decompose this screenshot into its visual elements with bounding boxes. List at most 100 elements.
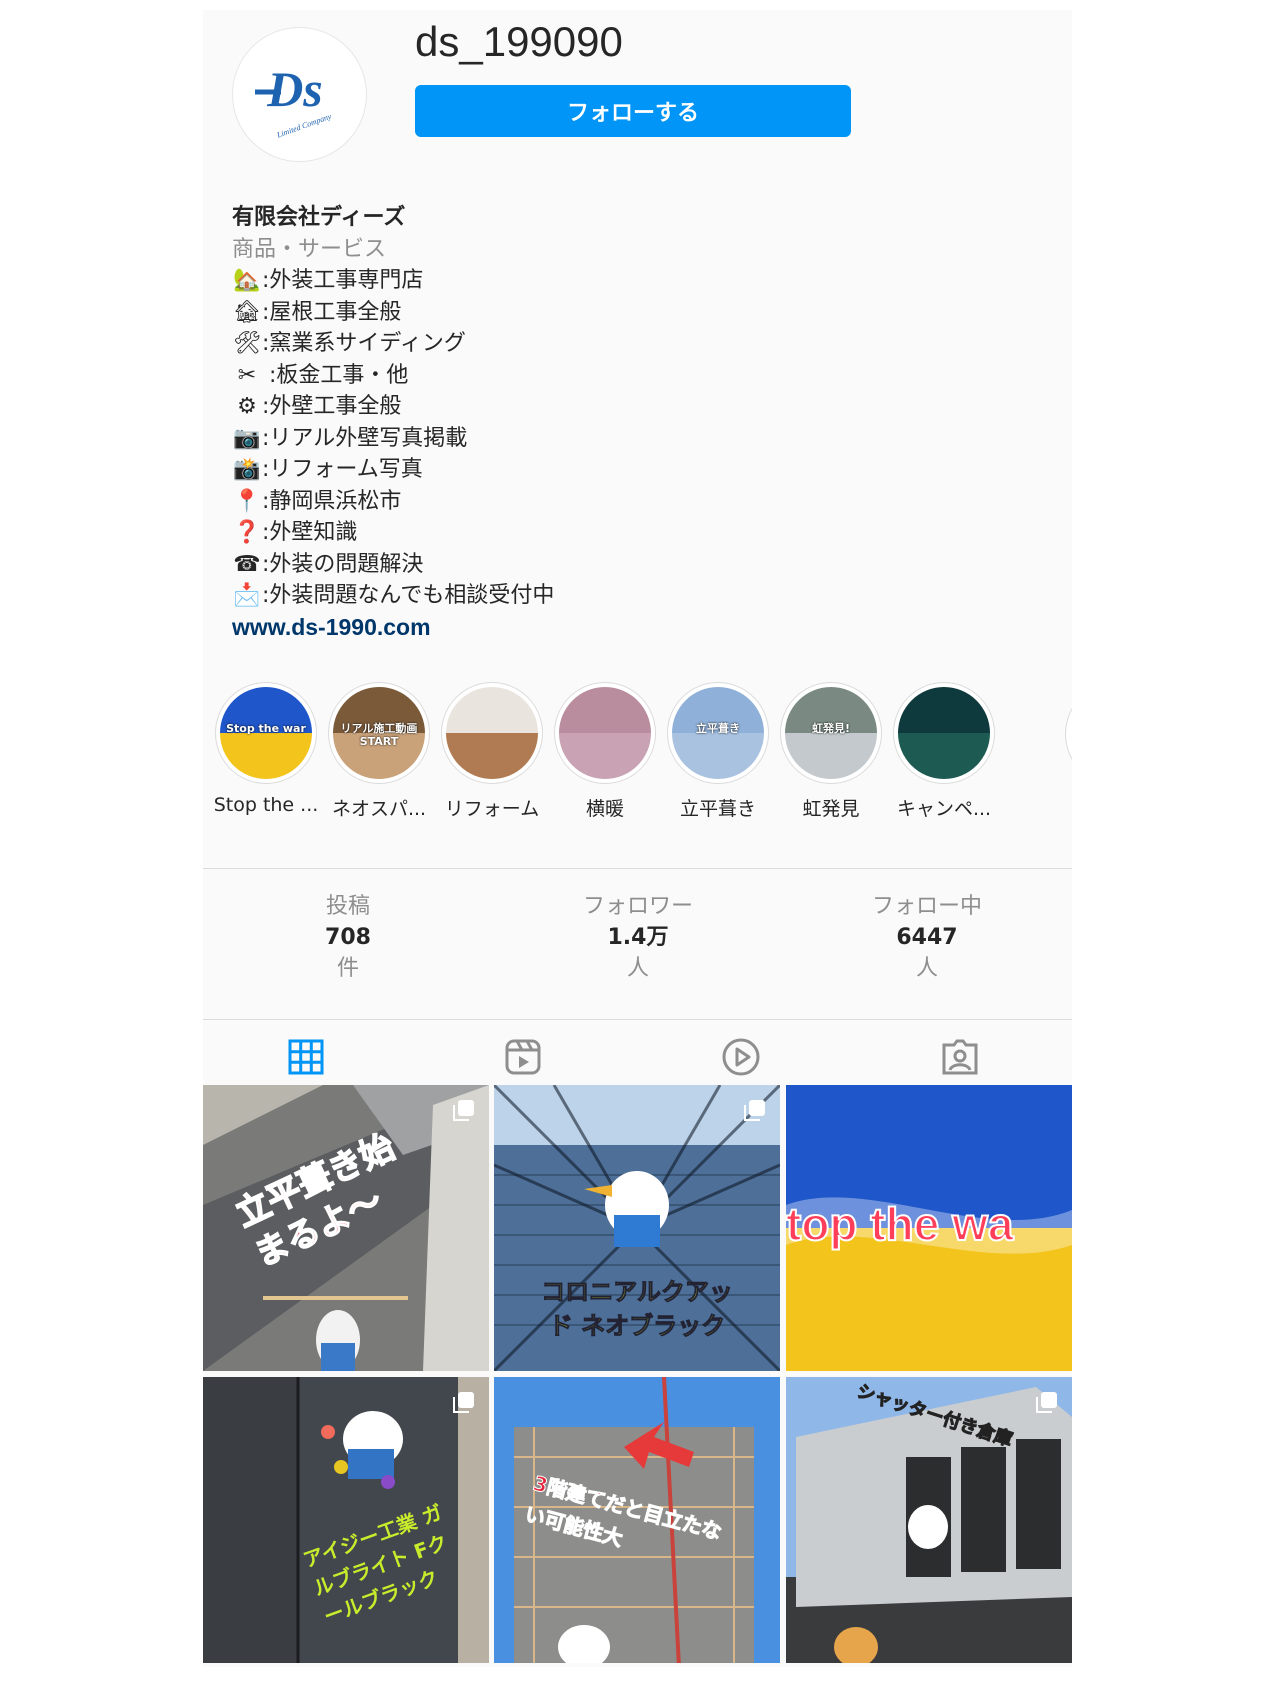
- stat-value: 708: [325, 925, 371, 950]
- bio-emoji-icon: 🏚: [233, 299, 261, 325]
- highlight-label: ネオスパ...: [331, 798, 427, 820]
- highlight-label: キャンペ...: [896, 798, 992, 820]
- following-count[interactable]: フォロー中 6447 人: [782, 891, 1072, 984]
- tagged-icon[interactable]: [940, 1037, 980, 1077]
- bio-emoji-icon: 📸: [233, 457, 261, 482]
- highlight-label: 横暖: [585, 798, 624, 820]
- highlight-label: 虹発見: [802, 798, 860, 820]
- highlight-cover-text: リアル施工動画 START: [340, 721, 418, 748]
- post-caption-overlay: top the wa: [786, 1197, 1014, 1251]
- multiple-photos-icon: [744, 1100, 765, 1121]
- stat-unit: 人: [915, 956, 938, 981]
- bio-emoji-icon: ❓: [233, 520, 261, 545]
- story-highlight[interactable]: 立平葺き 立平葺き: [659, 682, 777, 821]
- stat-value: 1.4万: [607, 925, 669, 950]
- bio-line: ✂ :板金工事・他: [232, 360, 1032, 392]
- highlight-cover-text: 立平葺き: [696, 721, 740, 735]
- highlight-cover: リアル施工動画 START: [328, 682, 430, 784]
- bio-line: 📍:静岡県浜松市: [232, 486, 1032, 518]
- website-link[interactable]: www.ds-1990.com: [232, 612, 1032, 644]
- follow-button[interactable]: フォローする: [415, 85, 851, 137]
- bio-emoji-icon: 📩: [233, 583, 261, 608]
- highlight-label: 立平葺き: [679, 798, 756, 820]
- bio-line-text: :外装の問題解決: [262, 551, 424, 577]
- stat-value: 6447: [896, 925, 958, 950]
- story-highlight[interactable]: リアル施工動画 START ネオスパ...: [320, 682, 438, 821]
- bio-line-text: :窯業系サイディング: [262, 331, 466, 356]
- story-highlights: Stop the war Stop the ... リアル施工動画 START ネオス…: [203, 682, 1072, 842]
- highlight-cover: [893, 682, 995, 784]
- bio-line-text: :リアル外壁写真掲載: [262, 425, 468, 451]
- bio-emoji-icon: 🏡: [233, 268, 261, 293]
- multiple-photos-icon: [453, 1100, 474, 1121]
- profile-avatar[interactable]: Ds Limited Company: [232, 27, 367, 162]
- bio-line: 📷:リアル外壁写真掲載: [232, 423, 1032, 455]
- highlight-cover: 立平葺き: [667, 682, 769, 784]
- bio: 有限会社ディーズ 商品・サービス 🏡:外装工事専門店 🏚:屋根工事全般 🛠:窯業系サ…: [232, 202, 1032, 643]
- post-thumbnail[interactable]: アイジー工業 ガルブライト Fクールブラック: [203, 1377, 489, 1663]
- stat-label: フォロワー: [582, 894, 693, 919]
- story-highlight[interactable]: リフォーム: [433, 682, 551, 821]
- post-thumbnail[interactable]: シャッター付き倉庫: [786, 1377, 1072, 1663]
- posts-grid-icon[interactable]: [286, 1037, 326, 1077]
- bio-emoji-icon: ✂: [237, 362, 257, 388]
- stat-unit: 件: [336, 956, 359, 981]
- story-highlight[interactable]: 横暖: [546, 682, 664, 821]
- bio-line-text: :外装問題なんでも相談受付中: [262, 583, 555, 608]
- highlight-cover: 虹発見!: [780, 682, 882, 784]
- bio-line-text: :屋根工事全般: [262, 299, 402, 325]
- bio-line: ⚙:外壁工事全般: [232, 391, 1032, 423]
- reels-icon[interactable]: [503, 1037, 543, 1077]
- bio-emoji-icon: ⚙: [237, 394, 257, 419]
- stat-label: フォロー中: [871, 894, 982, 919]
- ds-logo-icon: Ds Limited Company: [233, 28, 365, 160]
- followers-count[interactable]: フォロワー 1.4万人: [493, 891, 783, 984]
- profile-page: Ds Limited Company ds_199090 フォローする 有限会社…: [203, 10, 1072, 1667]
- highlight-cover-text: 虹発見!: [811, 721, 851, 735]
- bio-line: 📩:外装問題なんでも相談受付中: [232, 580, 1032, 612]
- stat-unit: 人: [626, 956, 649, 981]
- video-icon[interactable]: [721, 1037, 761, 1077]
- stat-label: 投稿: [325, 894, 370, 919]
- highlight-cover: [554, 682, 656, 784]
- multiple-photos-icon: [1036, 1392, 1057, 1413]
- highlight-cover-text: Stop the war: [226, 721, 306, 735]
- bio-line: ❓:外壁知識: [232, 517, 1032, 549]
- bio-emoji-icon: 🛠: [233, 331, 261, 356]
- bio-line-text: :外壁知識: [262, 520, 358, 545]
- posts-grid: 立平葺き始まるよ〜 コロニアルクアッド ネオブラック top the wa アイ…: [203, 1085, 1072, 1667]
- bio-line: ☎:外装の問題解決: [232, 549, 1032, 581]
- post-thumbnail[interactable]: 立平葺き始まるよ〜: [203, 1085, 489, 1371]
- bio-emoji-icon: 📷: [233, 425, 261, 451]
- highlight-label: リフォーム: [444, 798, 540, 820]
- avatar-logo-text: Ds: [266, 61, 323, 117]
- bio-line-text: :板金工事・他: [262, 362, 409, 388]
- bio-line: 🏡:外装工事専門店: [232, 265, 1032, 297]
- business-category: 商品・サービス: [232, 236, 387, 262]
- story-highlight[interactable]: 虹発見! 虹発見: [772, 682, 890, 821]
- post-thumbnail[interactable]: top the wa: [786, 1085, 1072, 1371]
- bio-line: 🏚:屋根工事全般: [232, 297, 1032, 329]
- post-caption-overlay: コロニアルクアッド ネオブラック: [541, 1278, 734, 1341]
- bio-line-text: :静岡県浜松市: [262, 488, 402, 514]
- bio-line-text: :外装工事専門店: [262, 268, 424, 293]
- bio-line: 📸:リフォーム写真: [232, 454, 1032, 486]
- bio-emoji-icon: ☎: [233, 551, 261, 577]
- business-name: 有限会社ディーズ: [232, 205, 406, 230]
- username: ds_199090: [415, 18, 623, 65]
- profile-stats: 投稿 708 件 フォロワー 1.4万人 フォロー中 6447 人: [203, 868, 1072, 1020]
- highlight-overflow-hint: [1065, 682, 1072, 786]
- bio-line-text: :リフォーム写真: [262, 457, 423, 482]
- post-thumbnail[interactable]: 3階建てだと目立たない可能性大: [494, 1377, 780, 1663]
- posts-count: 投稿 708 件: [203, 891, 493, 984]
- story-highlight[interactable]: Stop the war Stop the ...: [207, 682, 325, 816]
- multiple-photos-icon: [453, 1392, 474, 1413]
- bio-line: 🛠:窯業系サイディング: [232, 328, 1032, 360]
- bio-emoji-icon: 📍: [233, 488, 261, 514]
- post-thumbnail[interactable]: コロニアルクアッド ネオブラック: [494, 1085, 780, 1371]
- highlight-cover: Stop the war: [215, 682, 317, 784]
- bio-line-text: :外壁工事全般: [262, 394, 402, 419]
- story-highlight[interactable]: キャンペ...: [885, 682, 1003, 821]
- highlight-label: Stop the ...: [213, 794, 319, 816]
- highlight-cover: [441, 682, 543, 784]
